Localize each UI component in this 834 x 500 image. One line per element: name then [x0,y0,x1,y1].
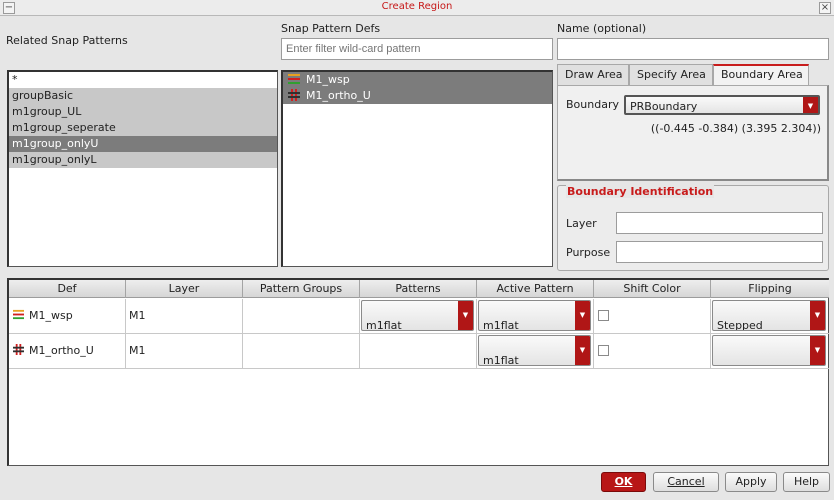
column-header-shift-color[interactable]: Shift Color [594,280,711,298]
name-label: Name (optional) [557,22,647,35]
boundary-label: Boundary [566,98,619,111]
list-item-label: M1_wsp [306,73,350,86]
title-bar: − Create Region × [0,0,834,16]
chevron-down-icon: ▼ [458,301,473,330]
list-item[interactable]: M1_ortho_U [283,88,552,104]
column-header-flipping[interactable]: Flipping [711,280,829,298]
snap-pattern-defs-list[interactable]: M1_wsp M1_ortho_U [281,70,553,267]
layer-cell: M1 [126,334,243,369]
shift-color-checkbox[interactable] [598,345,609,356]
cancel-button[interactable]: Cancel [653,472,719,492]
flipping-select-value: Stepped [717,319,763,331]
column-header-active-pattern[interactable]: Active Pattern [477,280,594,298]
tab-boundary-area[interactable]: Boundary Area [713,64,809,86]
tab-specify-area[interactable]: Specify Area [629,64,713,86]
flipping-cell: Stepped ▼ [711,299,829,334]
def-cell: M1_ortho_U [9,334,126,369]
tab-draw-area[interactable]: Draw Area [557,64,629,86]
close-window-button[interactable]: × [819,2,831,14]
purpose-input[interactable] [616,241,823,263]
table-row[interactable]: M1_wsp M1 m1flat ▼ m1flat ▼ Stepped ▼ [9,299,829,334]
active-pattern-select-value: m1flat [483,354,519,366]
active-pattern-cell: m1flat ▼ [477,299,594,334]
column-header-def[interactable]: Def [9,280,126,298]
column-header-patterns[interactable]: Patterns [360,280,477,298]
flipping-select[interactable]: ▼ [712,335,826,366]
def-cell: M1_wsp [9,299,126,334]
boundary-select-value: PRBoundary [630,100,698,113]
ok-button-label: OK [614,475,633,488]
snap-pattern-defs-label: Snap Pattern Defs [281,22,381,35]
boundary-area-panel: Boundary PRBoundary ▼ ((-0.445 -0.384) (… [557,85,829,181]
pattern-groups-cell [243,334,360,369]
cancel-button-label: Cancel [667,475,705,488]
stripe-pattern-icon [288,73,300,85]
column-header-layer[interactable]: Layer [126,280,243,298]
filter-input[interactable] [281,38,553,60]
stripe-pattern-icon [13,300,24,334]
hash-pattern-icon [13,335,24,369]
apply-button[interactable]: Apply [725,472,777,492]
patterns-select-value: m1flat [366,319,402,331]
chevron-down-icon: ▼ [810,301,825,330]
active-pattern-select[interactable]: m1flat ▼ [478,300,591,331]
chevron-down-icon: ▼ [575,336,590,365]
list-item[interactable]: m1group_UL [9,104,277,120]
chevron-down-icon: ▼ [575,301,590,330]
list-item-label: M1_ortho_U [306,89,371,102]
flipping-select[interactable]: Stepped ▼ [712,300,826,331]
purpose-label: Purpose [566,246,611,259]
layer-input[interactable] [616,212,823,234]
list-item[interactable]: M1_wsp [283,72,552,88]
patterns-select[interactable]: m1flat ▼ [361,300,474,331]
list-item[interactable]: m1group_onlyU [9,136,277,152]
hash-pattern-icon [288,89,300,101]
active-pattern-select[interactable]: m1flat ▼ [478,335,591,366]
ok-button[interactable]: OK [601,472,646,492]
flipping-cell: ▼ [711,334,829,369]
def-value: M1_ortho_U [29,344,94,357]
window-title: Create Region [381,1,453,12]
list-item[interactable]: groupBasic [9,88,277,104]
boundary-select[interactable]: PRBoundary ▼ [624,95,820,115]
pattern-groups-cell [243,299,360,334]
related-snap-patterns-list[interactable]: * groupBasic m1group_UL m1group_seperate… [7,70,278,267]
layer-label: Layer [566,217,597,230]
list-item[interactable]: * [9,72,277,88]
patterns-cell [360,334,477,369]
shift-color-checkbox[interactable] [598,310,609,321]
list-item[interactable]: m1group_onlyL [9,152,277,168]
help-button[interactable]: Help [783,472,830,492]
table-header: Def Layer Pattern Groups Patterns Active… [9,280,829,298]
snap-defs-table: Def Layer Pattern Groups Patterns Active… [7,278,829,466]
list-item[interactable]: m1group_seperate [9,120,277,136]
boundary-identification-group: Boundary Identification Layer Purpose [557,185,829,271]
active-pattern-select-value: m1flat [483,319,519,331]
related-snap-patterns-label: Related Snap Patterns [6,34,128,47]
column-header-pattern-groups[interactable]: Pattern Groups [243,280,360,298]
def-value: M1_wsp [29,309,73,322]
name-input[interactable] [557,38,829,60]
shift-color-cell [594,299,711,334]
active-pattern-cell: m1flat ▼ [477,334,594,369]
shift-color-cell [594,334,711,369]
patterns-cell: m1flat ▼ [360,299,477,334]
boundary-identification-title: Boundary Identification [566,185,715,198]
boundary-coords: ((-0.445 -0.384) (3.395 2.304)) [650,122,821,135]
chevron-down-icon: ▼ [803,97,818,113]
table-row[interactable]: M1_ortho_U M1 m1flat ▼ ▼ [9,334,829,369]
layer-cell: M1 [126,299,243,334]
chevron-down-icon: ▼ [810,336,825,365]
